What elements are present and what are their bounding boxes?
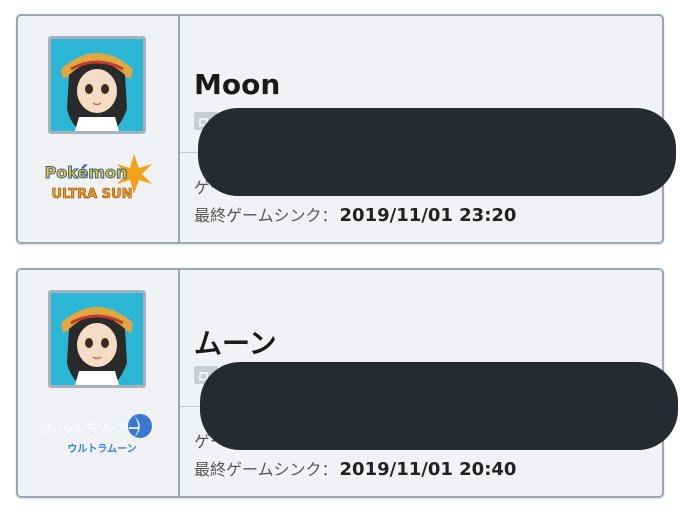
pokemon-ultra-sun-logo: Pokémon ULTRA SUN — [44, 154, 152, 202]
avatar — [48, 36, 146, 134]
svg-text:ULTRA SUN: ULTRA SUN — [52, 187, 133, 202]
player-name: Moon — [194, 68, 281, 101]
pokemon-ultra-moon-jp-logo: ポケットモンスター ウルトラムーン — [42, 414, 152, 455]
avatar — [48, 290, 146, 388]
last-sync-row: 最終ゲームシンク： 2019/11/01 20:40 — [194, 456, 516, 480]
card-left-column: ポケットモンスター ウルトラムーン — [18, 270, 178, 496]
svg-text:ウルトラムーン: ウルトラムーン — [67, 443, 136, 455]
player-name: ムーン — [194, 327, 277, 360]
avatar-image — [51, 39, 143, 131]
svg-text:ポケットモンスター: ポケットモンスター — [42, 421, 139, 435]
last-sync-value: 2019/11/01 20:40 — [339, 459, 517, 480]
avatar-image — [51, 293, 143, 385]
svg-text:Pokémon: Pokémon — [45, 163, 128, 182]
redaction-overlay — [198, 108, 676, 196]
redaction-overlay — [200, 362, 678, 450]
last-sync-row: 最終ゲームシンク： 2019/11/01 23:20 — [194, 202, 516, 226]
last-sync-label: 最終ゲームシンク： — [194, 206, 338, 225]
last-sync-label: 最終ゲームシンク： — [194, 460, 338, 479]
card-left-column: Pokémon ULTRA SUN — [18, 16, 178, 242]
last-sync-value: 2019/11/01 23:20 — [339, 205, 517, 226]
